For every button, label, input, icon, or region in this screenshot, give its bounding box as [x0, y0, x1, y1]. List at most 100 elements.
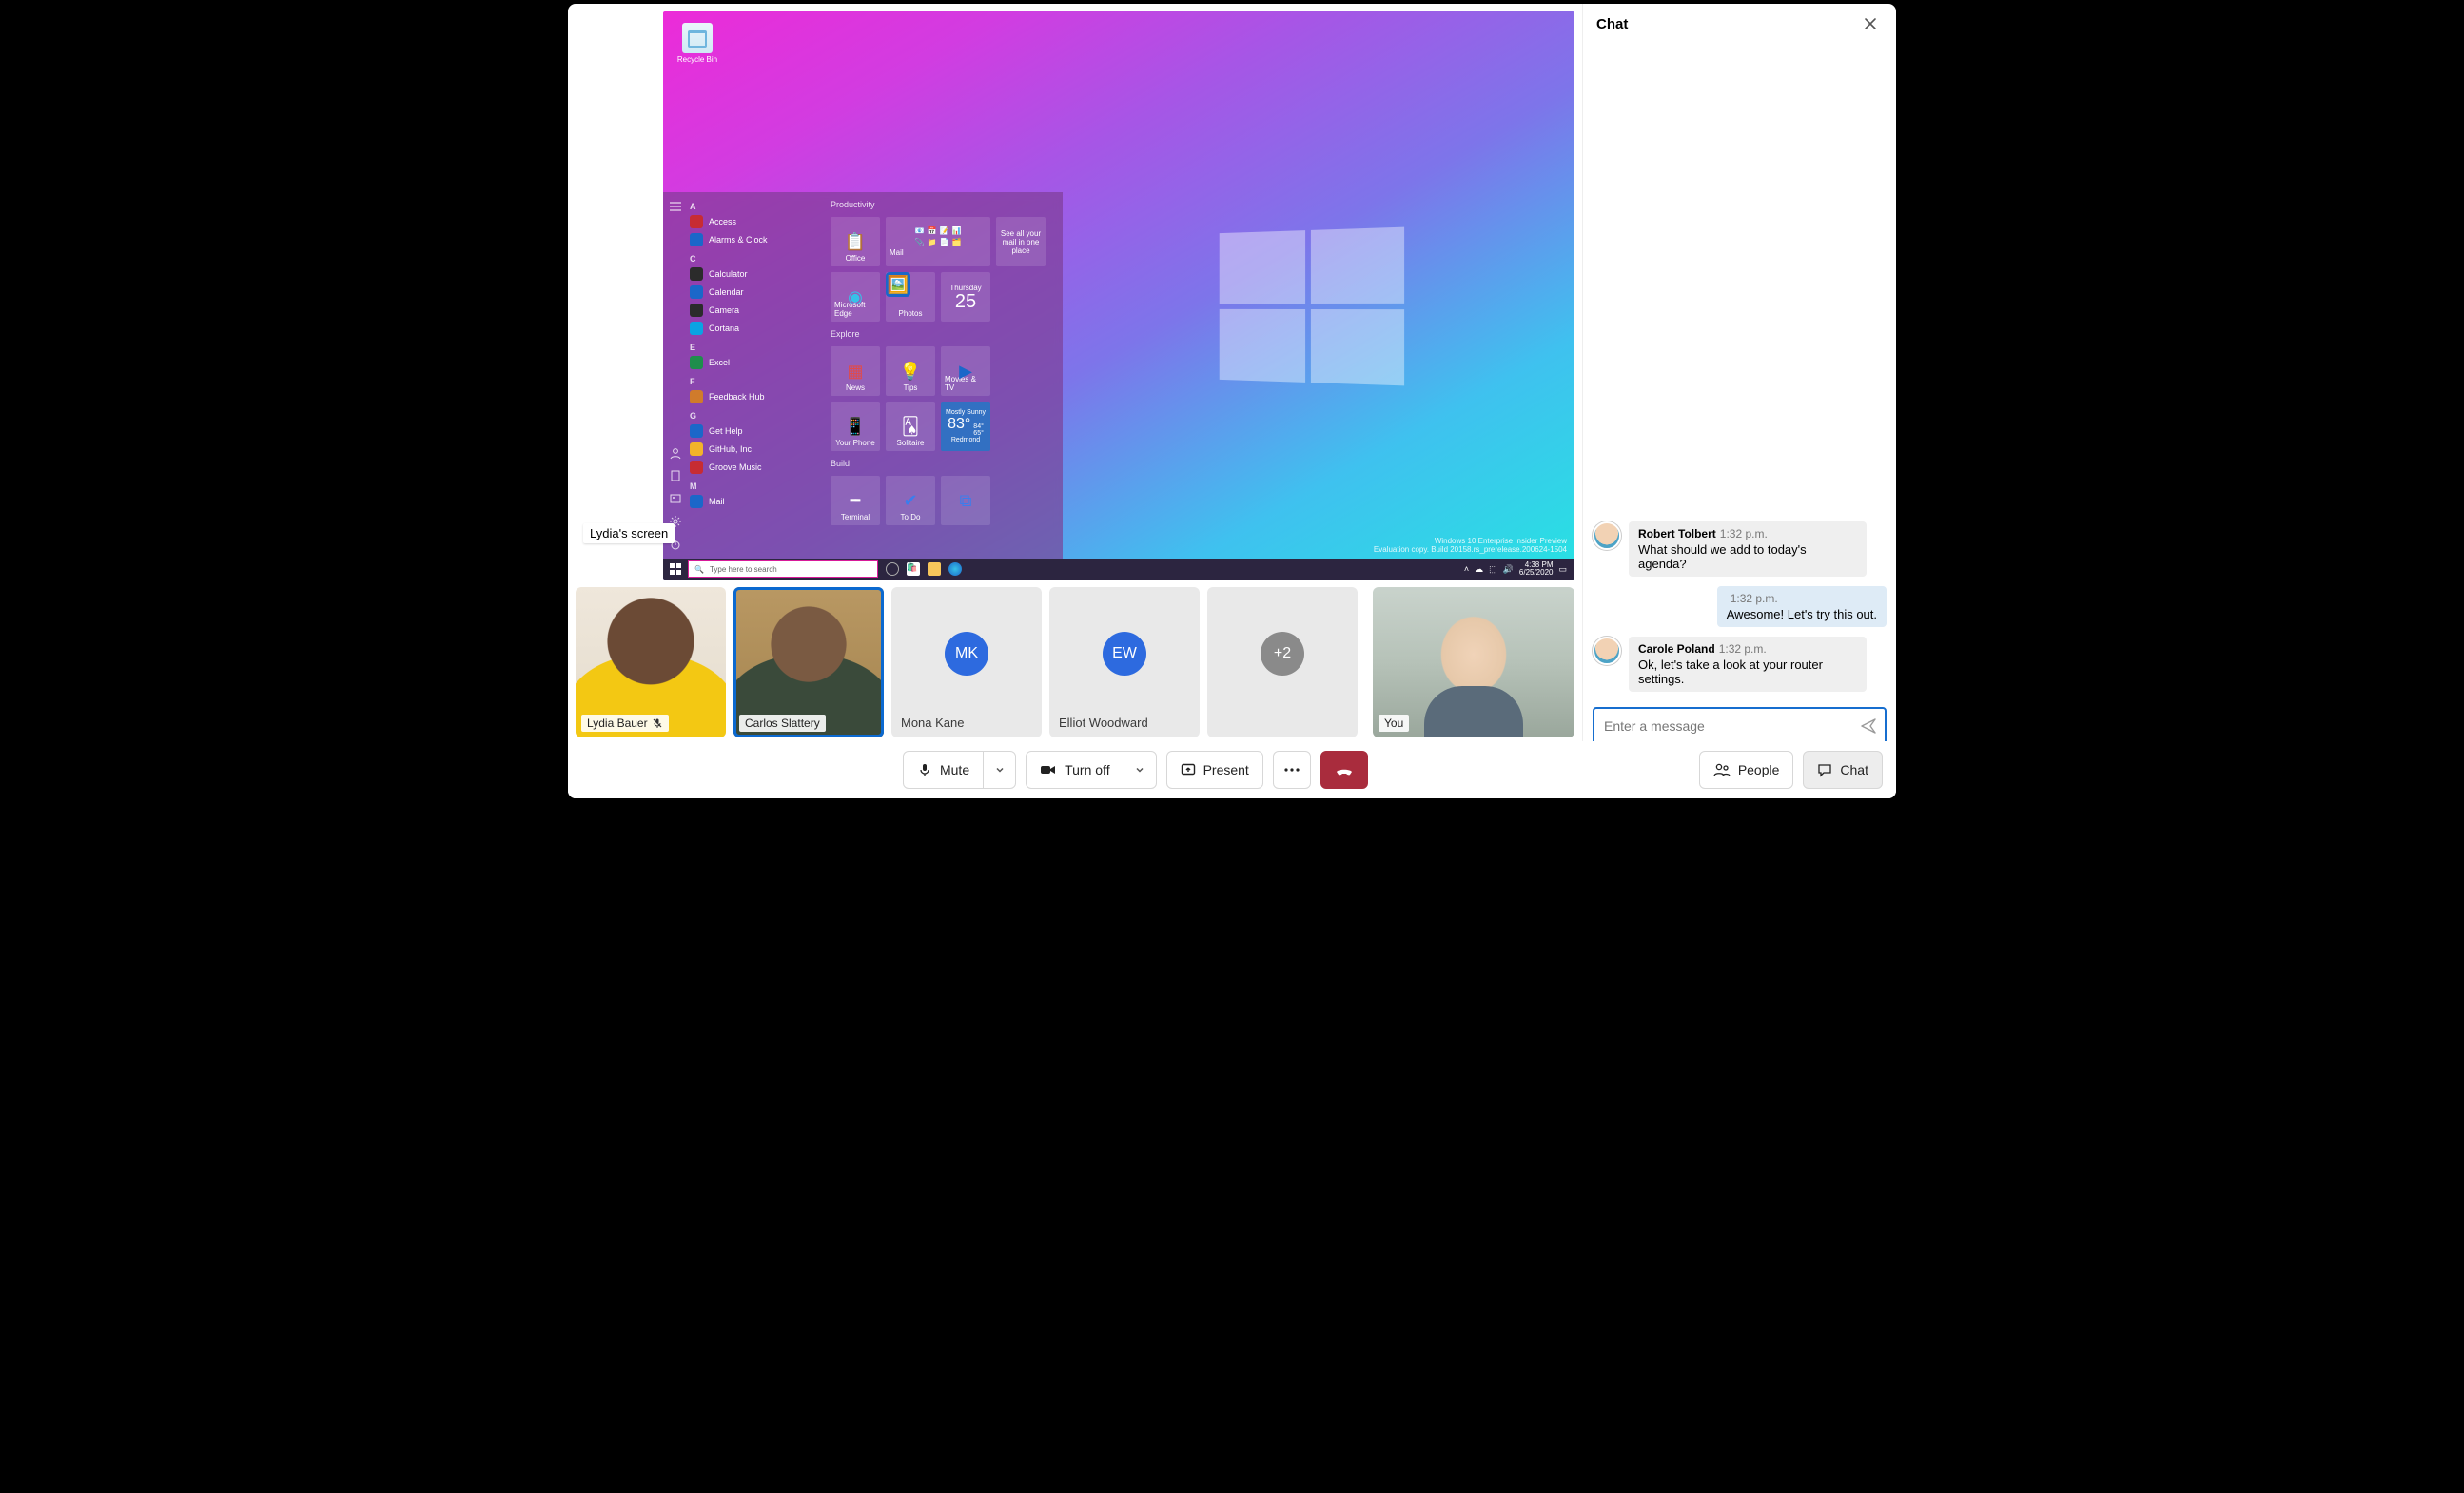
app-label: Feedback Hub [709, 392, 765, 402]
app-label: Alarms & Clock [709, 235, 768, 245]
app-label: Groove Music [709, 462, 762, 472]
mute-button[interactable]: Mute [903, 751, 1016, 789]
message-text: What should we add to today's agenda? [1638, 542, 1857, 571]
camera-button[interactable]: Turn off [1026, 751, 1156, 789]
participant-name: Mona Kane [901, 716, 965, 730]
more-options-button[interactable] [1273, 751, 1311, 789]
hamburger-icon [669, 200, 682, 213]
app-letter: A [690, 202, 819, 211]
hangup-button[interactable] [1320, 751, 1368, 789]
app-label: Camera [709, 305, 739, 315]
app-item: Get Help [690, 423, 819, 439]
message-meta: Robert Tolbert1:32 p.m. [1638, 527, 1857, 540]
tray-onedrive-icon: ☁ [1475, 564, 1483, 575]
people-button[interactable]: People [1699, 751, 1794, 789]
app-icon [690, 233, 703, 246]
app-item: Mail [690, 494, 819, 509]
participant-tile[interactable]: EW Elliot Woodward [1049, 587, 1200, 737]
tile-mail-desc: See all your mail in one place [996, 217, 1046, 266]
section-explore: Explore [831, 329, 1057, 339]
chat-message: 1:32 p.m. Awesome! Let's try this out. [1593, 586, 1887, 627]
avatar: EW [1103, 632, 1146, 676]
message-author: Carole Poland [1638, 642, 1715, 656]
app-icon [690, 267, 703, 281]
app-icon [690, 495, 703, 508]
chat-panel: Chat Robert Tolbert1:32 p.m.What should … [1582, 4, 1896, 798]
app-item: Groove Music [690, 460, 819, 475]
chat-input[interactable]: Enter a message [1593, 707, 1887, 745]
app-label: Access [709, 217, 736, 226]
participant-tile[interactable]: Carlos Slattery [733, 587, 884, 737]
app-item: Calculator [690, 266, 819, 282]
chat-title: Chat [1596, 16, 1628, 32]
chat-icon [1817, 762, 1832, 777]
system-tray: ˄ ☁ ⬚ 🔊 4:38 PM 6/25/2020 ▭ [1457, 561, 1574, 577]
message-bubble: 1:32 p.m. Awesome! Let's try this out. [1717, 586, 1887, 627]
section-build: Build [831, 459, 1057, 468]
muted-icon [652, 717, 663, 729]
chat-placeholder: Enter a message [1604, 718, 1705, 734]
user-icon [669, 446, 682, 460]
message-bubble: Robert Tolbert1:32 p.m. What should we ad… [1629, 521, 1867, 577]
message-meta: 1:32 p.m. [1727, 592, 1877, 605]
avatar: MK [945, 632, 988, 676]
send-icon[interactable] [1860, 717, 1877, 735]
app-item: Access [690, 214, 819, 229]
participant-name: Elliot Woodward [1059, 716, 1148, 730]
participant-tile[interactable]: +2 [1207, 587, 1358, 737]
close-chat-button[interactable] [1858, 11, 1883, 36]
message-time: 1:32 p.m. [1731, 592, 1778, 605]
app-label: Calendar [709, 287, 744, 297]
start-button-icon [663, 559, 688, 580]
tile-news: ▦News [831, 346, 880, 396]
tray-notifications-icon: ▭ [1558, 564, 1567, 575]
tile-terminal: ╺╸Terminal [831, 476, 880, 525]
participant-tile[interactable]: MK Mona Kane [891, 587, 1042, 737]
chat-toggle-button[interactable]: Chat [1803, 751, 1883, 789]
app-letter: E [690, 343, 819, 352]
avatar [1593, 521, 1621, 550]
recycle-bin-icon: Recycle Bin [676, 23, 718, 64]
tile-weather: Mostly Sunny 83° 84°65° Redmond [941, 402, 990, 451]
app-icon [690, 304, 703, 317]
message-text: Awesome! Let's try this out. [1727, 607, 1877, 621]
tile-solitaire: 🂡Solitaire [886, 402, 935, 451]
tile-vscode: ⧉ [941, 476, 990, 525]
app-label: GitHub, Inc [709, 444, 752, 454]
chat-message: Robert Tolbert1:32 p.m. What should we ad… [1593, 521, 1887, 577]
tile-tips: 💡Tips [886, 346, 935, 396]
message-bubble: Carole Poland1:32 p.m.Ok, let's take a l… [1629, 637, 1867, 692]
message-author: Robert Tolbert [1638, 527, 1716, 540]
app-icon [690, 215, 703, 228]
present-button[interactable]: Present [1166, 751, 1263, 789]
app-item: Camera [690, 303, 819, 318]
participant-tile[interactable]: Lydia Bauer [576, 587, 726, 737]
call-controls: Mute Turn off [568, 741, 1896, 798]
app-icon [690, 424, 703, 438]
participant-strip: Lydia Bauer Carlos Slattery MK Mona Kane EW… [568, 580, 1582, 745]
camera-options-button[interactable] [1124, 752, 1156, 788]
task-view-icon [886, 562, 899, 576]
chat-message: Carole Poland1:32 p.m.Ok, let's take a l… [1593, 637, 1887, 692]
tile-edge: ◉Microsoft Edge [831, 272, 880, 322]
task-explorer-icon [928, 562, 941, 576]
task-store-icon: 🛍️ [907, 562, 920, 576]
app-label: Calculator [709, 269, 748, 279]
tile-photos: 🖼️Photos [886, 272, 935, 322]
share-screen-icon [1181, 762, 1196, 777]
section-productivity: Productivity [831, 200, 1057, 209]
participant-name: Carlos Slattery [739, 715, 826, 732]
tray-volume-icon: 🔊 [1503, 564, 1514, 575]
message-text: Ok, let's take a look at your router set… [1638, 658, 1857, 686]
taskbar-search: 🔍 Type here to search [688, 560, 878, 578]
tile-calendar: Thursday 25 [941, 272, 990, 322]
app-item: Alarms & Clock [690, 232, 819, 247]
mute-options-button[interactable] [983, 752, 1015, 788]
app-letter: G [690, 411, 819, 421]
people-icon [1713, 762, 1731, 777]
participant-name: Lydia Bauer [581, 715, 669, 732]
tile-yourphone: 📱Your Phone [831, 402, 880, 451]
self-video[interactable]: You [1373, 587, 1574, 737]
share-label: Lydia's screen [583, 523, 675, 543]
taskbar: 🔍 Type here to search 🛍️ ˄ ☁ ⬚ 🔊 4:3 [663, 559, 1574, 580]
